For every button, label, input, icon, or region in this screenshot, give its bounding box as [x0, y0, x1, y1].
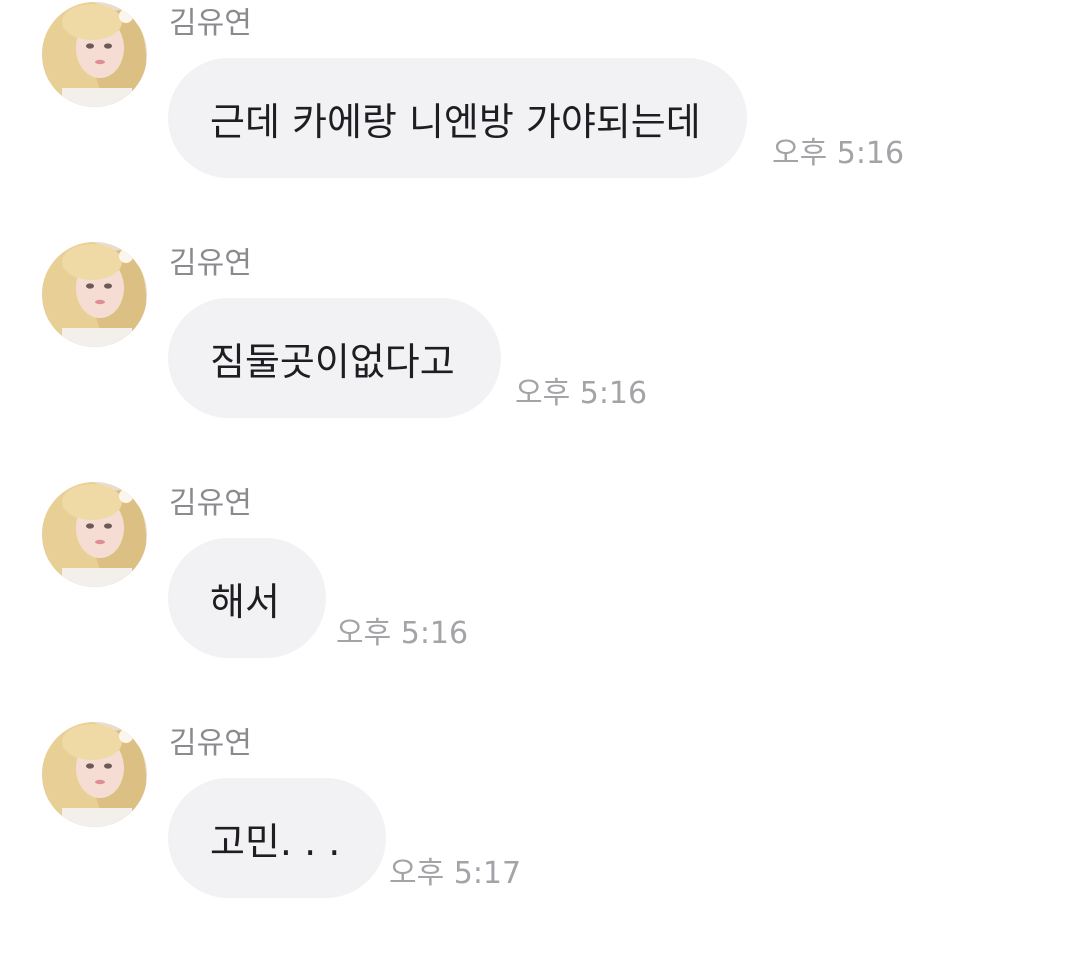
- message-bubble[interactable]: 해서: [168, 538, 326, 658]
- sender-name: 김유연: [169, 246, 252, 281]
- profile-photo-icon: [42, 242, 147, 347]
- chat-message: 김유연 고민. . . 오후 5:17: [0, 720, 1080, 960]
- sender-name: 김유연: [169, 726, 252, 761]
- profile-photo-icon: [42, 722, 147, 827]
- message-time: 오후 5:16: [515, 376, 648, 411]
- message-bubble[interactable]: 근데 카에랑 니엔방 가야되는데: [168, 58, 747, 178]
- profile-avatar[interactable]: [42, 242, 147, 347]
- chat-message: 김유연 짐둘곳이없다고 오후 5:16: [0, 240, 1080, 480]
- sender-name: 김유연: [169, 486, 252, 521]
- chat-message: 김유연 해서 오후 5:16: [0, 480, 1080, 720]
- chat-message: 김유연 근데 카에랑 니엔방 가야되는데 오후 5:16: [0, 0, 1080, 240]
- profile-avatar[interactable]: [42, 722, 147, 827]
- message-time: 오후 5:16: [772, 136, 905, 171]
- message-bubble[interactable]: 짐둘곳이없다고: [168, 298, 501, 418]
- profile-photo-icon: [42, 482, 147, 587]
- sender-name: 김유연: [169, 6, 252, 41]
- message-time: 오후 5:17: [389, 856, 522, 891]
- profile-photo-icon: [42, 2, 147, 107]
- message-time: 오후 5:16: [336, 616, 469, 651]
- message-bubble[interactable]: 고민. . .: [168, 778, 387, 898]
- profile-avatar[interactable]: [42, 482, 147, 587]
- profile-avatar[interactable]: [42, 2, 147, 107]
